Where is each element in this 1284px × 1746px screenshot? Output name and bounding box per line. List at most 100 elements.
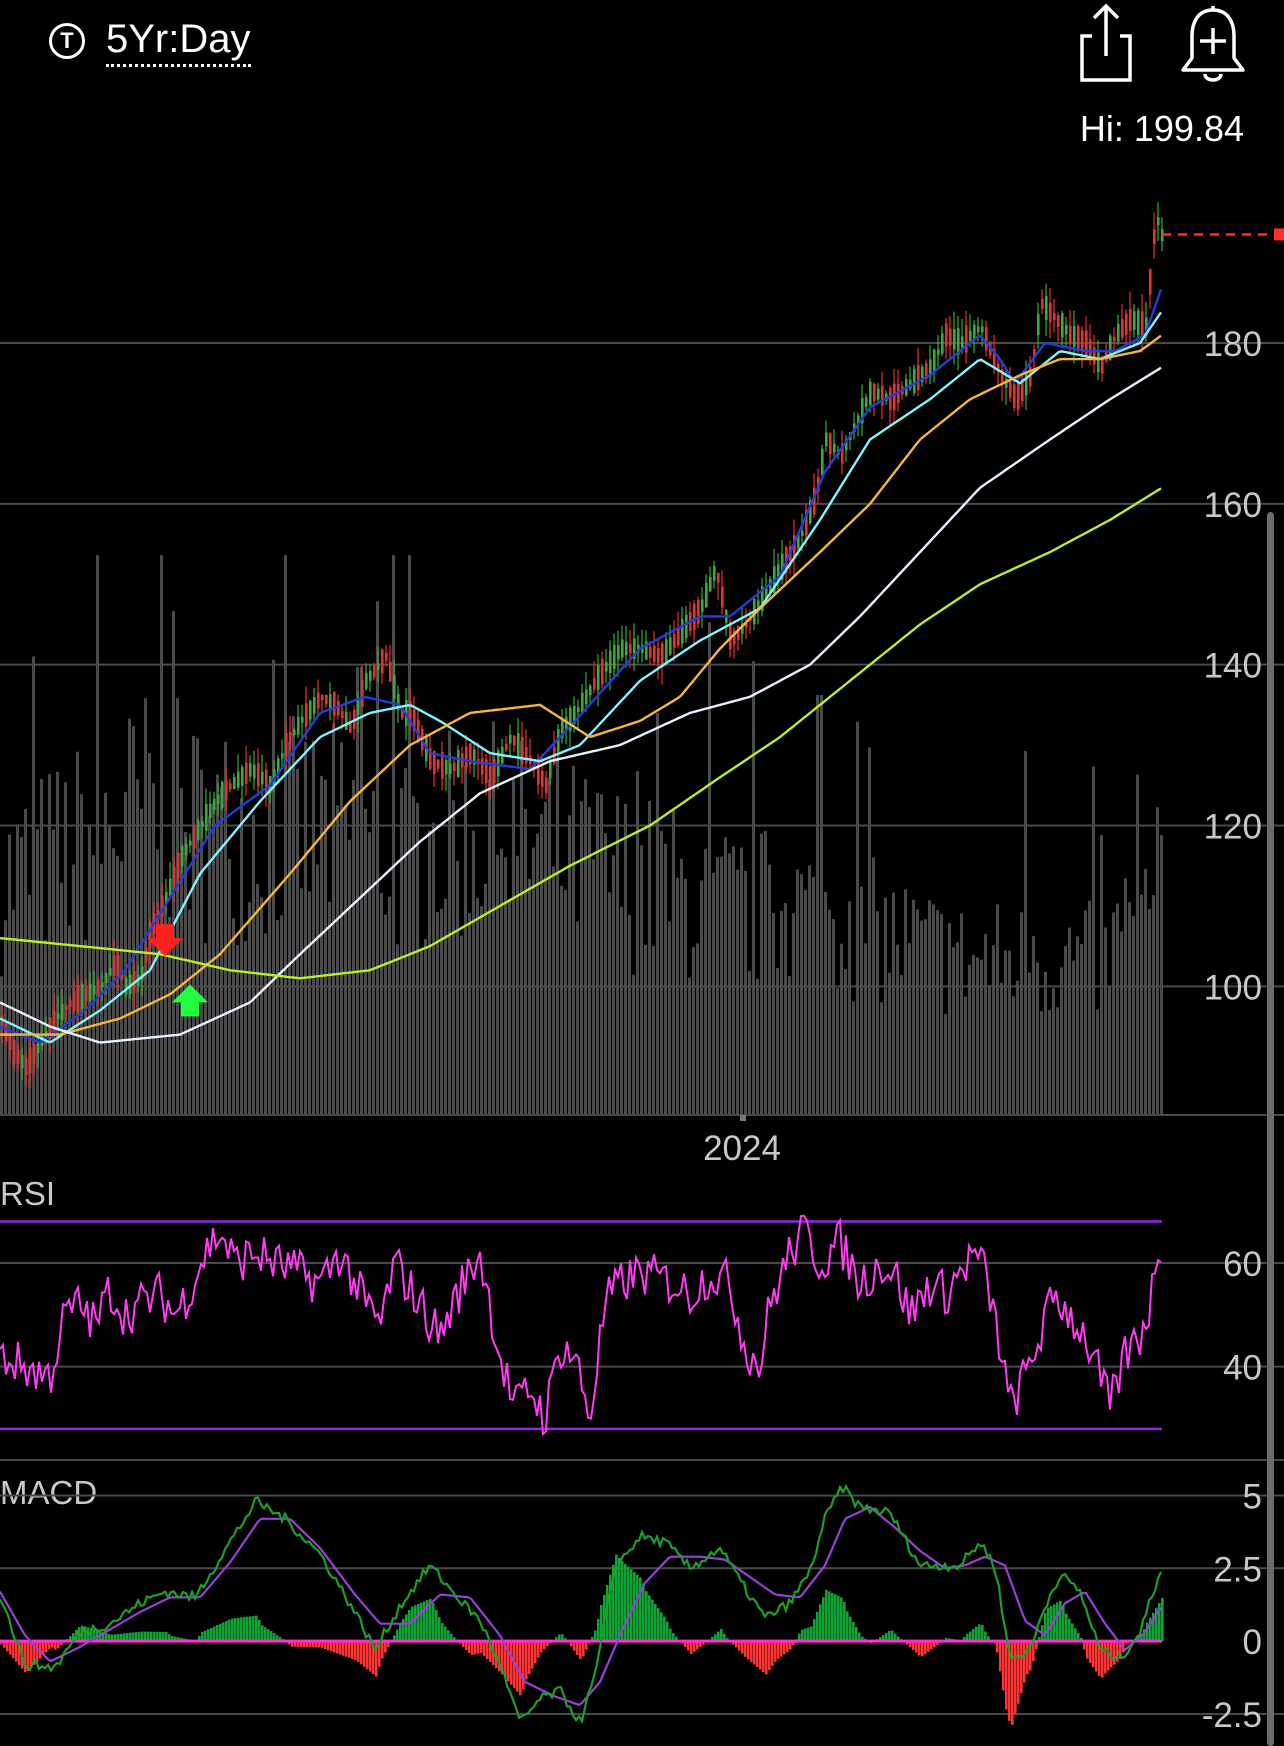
volume-bar [1136, 774, 1139, 1115]
candle-body [509, 734, 512, 744]
volume-bar [272, 659, 275, 1115]
macd-histogram-bar [531, 1641, 534, 1669]
candle-body [649, 646, 652, 658]
macd-histogram-bar [642, 1583, 645, 1642]
macd-histogram-bar [420, 1602, 423, 1642]
volume-bar [664, 843, 667, 1115]
volume-bar [688, 977, 691, 1115]
volume-bar [332, 723, 335, 1115]
macd-histogram-bar [834, 1594, 837, 1642]
candle-body [1113, 336, 1116, 342]
macd-histogram-bar [1104, 1641, 1107, 1674]
volume-bar [912, 899, 915, 1115]
macd-histogram-bar [210, 1627, 213, 1642]
candle-body [345, 712, 348, 730]
volume-bar [144, 698, 147, 1115]
volume-bar [864, 943, 867, 1115]
volume-bar [600, 794, 603, 1115]
volume-bar [960, 913, 963, 1115]
candle-body [833, 443, 836, 453]
macd-histogram-bar [255, 1615, 258, 1642]
candle-body [445, 760, 448, 775]
candle-body [325, 694, 328, 705]
volume-bar [480, 906, 483, 1115]
macd-histogram-bar [9, 1641, 12, 1655]
candle-body [617, 645, 620, 660]
volume-bar [120, 861, 123, 1115]
candle-body [937, 349, 940, 355]
volume-bar [964, 996, 967, 1115]
vertical-scrollbar[interactable] [1267, 512, 1274, 1746]
candle-body [25, 1058, 28, 1076]
candle-body [389, 661, 392, 682]
volume-bar [1076, 936, 1079, 1115]
volume-bar [876, 911, 879, 1115]
candle-body [373, 664, 376, 678]
candle-body [1017, 382, 1020, 410]
volume-bar [952, 947, 955, 1115]
volume-bar [1008, 950, 1011, 1115]
volume-bar [936, 910, 939, 1115]
volume-bar [1012, 996, 1015, 1115]
volume-bar [620, 906, 623, 1115]
candle-body [505, 743, 508, 751]
volume-bar [1096, 1009, 1099, 1115]
candle-body [889, 388, 892, 410]
candle-body [97, 979, 100, 997]
volume-bar [1016, 980, 1019, 1115]
candle-body [965, 325, 968, 353]
volume-bar [944, 1013, 947, 1115]
volume-bar [348, 839, 351, 1115]
macd-histogram-bar [348, 1641, 351, 1658]
volume-bar [608, 892, 611, 1115]
candle-body [257, 763, 260, 787]
volume-bar [344, 805, 347, 1115]
volume-bar [632, 974, 635, 1115]
macd-histogram-bar [579, 1641, 582, 1659]
rsi-tick-label: 40 [1223, 1349, 1262, 1388]
volume-bar [588, 807, 591, 1115]
volume-bar [40, 778, 43, 1115]
volume-bar [992, 945, 995, 1115]
macd-histogram-bar [846, 1611, 849, 1642]
macd-histogram-bar [828, 1591, 831, 1642]
price-tick-label: 180 [1204, 325, 1262, 364]
rsi-title: RSI [0, 1175, 55, 1212]
stock-chart[interactable]: 180 160 140 120 100 2024 RSI 60 40 MACD 5 2.5 0 -2.5 [0, 0, 1284, 1746]
candle-body [657, 647, 660, 663]
macd-histogram-bar [384, 1641, 387, 1653]
volume-bar [680, 858, 683, 1115]
volume-bar [916, 909, 919, 1115]
candle-body [513, 735, 516, 746]
volume-bar [196, 738, 199, 1115]
macd-histogram-bar [483, 1641, 486, 1656]
macd-histogram-bar [807, 1627, 810, 1642]
volume-bar [192, 735, 195, 1115]
candle-body [1125, 313, 1128, 335]
candle-body [317, 692, 320, 709]
volume-bar [880, 1002, 883, 1115]
candle-body [177, 852, 180, 879]
candle-body [313, 696, 316, 714]
volume-bar [840, 943, 843, 1115]
macd-histogram-bar [927, 1641, 930, 1652]
rsi-tick-label: 60 [1223, 1245, 1262, 1284]
volume-bar [732, 846, 735, 1115]
volume-bar [80, 794, 83, 1115]
macd-histogram-bar [981, 1624, 984, 1642]
volume-bar [368, 832, 371, 1115]
macd-histogram-bar [468, 1641, 471, 1654]
candle-body [1065, 324, 1068, 335]
volume-bar [228, 859, 231, 1115]
macd-histogram-bar [582, 1641, 585, 1657]
macd-histogram-bar [1062, 1605, 1065, 1642]
candle-body [685, 614, 688, 639]
macd-histogram-bar [525, 1641, 528, 1680]
candle-body [341, 711, 344, 718]
candle-body [365, 672, 368, 689]
macd-histogram-bar [351, 1641, 354, 1659]
volume-bar [404, 768, 407, 1115]
volume-bar [52, 829, 55, 1115]
macd-histogram-bar [840, 1597, 843, 1642]
macd-histogram-bar [12, 1641, 15, 1659]
